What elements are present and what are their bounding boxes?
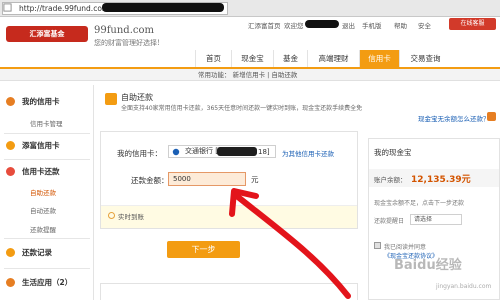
tab-home[interactable]: 首页	[195, 50, 231, 67]
card-label: 我的信用卡：	[117, 149, 162, 158]
sidebar-item-auto-repay[interactable]: 自动还款	[0, 205, 94, 215]
logo[interactable]: 汇添富基金	[6, 26, 88, 42]
amount-input[interactable]: 5000	[168, 172, 246, 186]
page-icon	[3, 3, 12, 12]
sidebar: 我的信用卡 信用卡管理 添富信用卡 信用卡还款 自助还款 自动还款 还款提醒 还…	[0, 85, 94, 300]
tab-fund[interactable]: 基金	[273, 50, 307, 67]
balance-value: 12,135.39元	[411, 175, 471, 185]
tab-credit-card[interactable]: 信用卡	[359, 50, 399, 67]
online-service-button[interactable]: 在线客服	[449, 18, 496, 30]
sidebar-section-life[interactable]: 生活应用（2）	[0, 277, 94, 288]
balance-label: 账户余额：	[374, 176, 407, 184]
redacted-url-mask	[102, 3, 224, 12]
arrival-text: 实时到账	[118, 213, 144, 221]
quick-links[interactable]: 常用功能： 新增信用卡 | 自助还款	[198, 69, 297, 79]
reminder-label: 还款提醒日	[374, 218, 405, 225]
next-step-button[interactable]: 下一步	[167, 241, 240, 258]
divider	[4, 238, 90, 239]
welcome-text: 欢迎您	[284, 22, 304, 30]
main-nav: 首页 现金宝 基金 高端理财 信用卡 交易查询	[195, 50, 500, 67]
divider	[4, 133, 90, 134]
link-safe[interactable]: 安全	[418, 20, 431, 30]
agree-label: 我已阅读并同意	[384, 244, 427, 251]
sidebar-item-card-manage[interactable]: 信用卡管理	[0, 118, 94, 128]
page: http://trade.99fund.com/ 汇添富基金 99fund.co…	[0, 0, 500, 300]
link-home[interactable]: 汇添富首页	[248, 20, 281, 30]
amount-label: 还款金额：	[131, 176, 169, 185]
tab-trade-query[interactable]: 交易查询	[399, 50, 451, 67]
logo-domain: 99fund.com	[94, 25, 154, 36]
sidebar-section-tianfu-card[interactable]: 添富信用卡	[0, 140, 94, 151]
watermark: Baidu经验	[394, 258, 462, 273]
tab-cash[interactable]: 现金宝	[231, 50, 273, 67]
bank-logo-icon	[172, 148, 180, 156]
reminder-select[interactable]: 请选择	[410, 214, 462, 225]
page-subtitle: 全面支持40家常用信用卡还款，365天任意时间还款一键实时到账，现金宝还款手续费…	[121, 105, 363, 112]
no-balance-help-link[interactable]: 现金宝无余额怎么还款？	[418, 113, 490, 123]
watermark-url: jingyan.baidu.com	[436, 283, 492, 290]
page-title: 自助还款	[121, 93, 153, 102]
divider	[4, 159, 90, 160]
sidebar-section-records[interactable]: 还款记录	[0, 247, 94, 258]
link-logout[interactable]: 退出	[342, 20, 355, 30]
bottom-box	[100, 283, 358, 300]
sidebar-item-repay-reminder[interactable]: 还款提醒	[0, 224, 94, 234]
clock-icon	[108, 212, 115, 219]
amount-unit: 元	[251, 175, 259, 184]
link-mobile[interactable]: 手机版	[362, 20, 382, 30]
redacted-username-mask	[305, 20, 339, 28]
cash-panel-title: 我的现金宝	[374, 148, 412, 157]
card-suffix: 18]	[258, 148, 270, 156]
agree-checkbox[interactable]	[374, 242, 381, 249]
logo-slogan: 您的财富管理好选择!	[94, 39, 160, 47]
tab-wealth[interactable]: 高端理财	[307, 50, 359, 67]
help-icon	[487, 112, 496, 121]
divider	[4, 268, 90, 269]
cash-note: 现金宝余额不足，点击下一步还款	[374, 200, 465, 207]
link-help[interactable]: 帮助	[394, 20, 407, 30]
redacted-card-mask	[217, 147, 257, 156]
self-repay-icon	[105, 93, 117, 105]
sidebar-section-repay[interactable]: 信用卡还款	[0, 166, 94, 177]
sidebar-section-my-card[interactable]: 我的信用卡	[0, 96, 94, 107]
sidebar-item-self-repay[interactable]: 自助还款	[0, 187, 94, 197]
add-other-card-link[interactable]: 为其他信用卡还款	[282, 148, 334, 158]
